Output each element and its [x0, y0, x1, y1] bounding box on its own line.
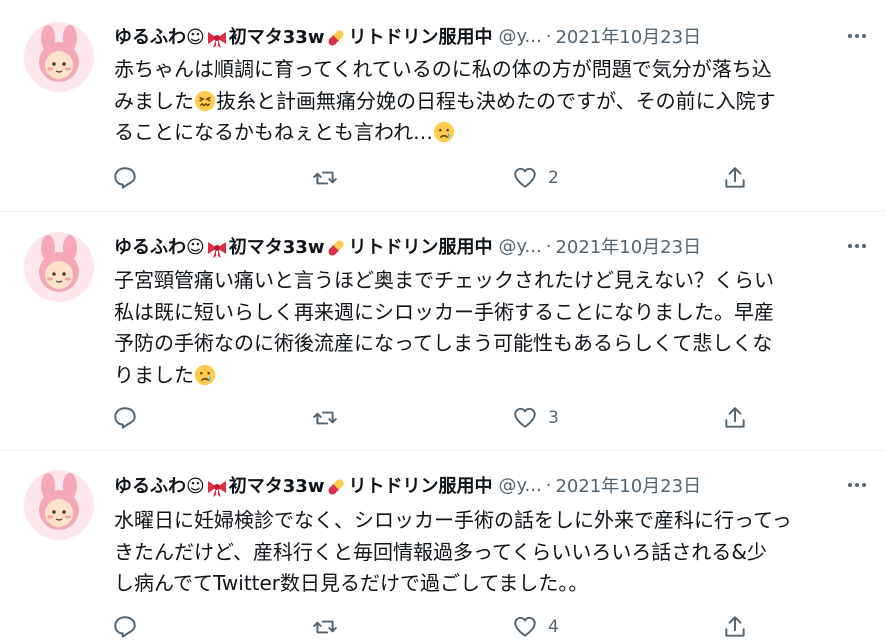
separator-dot: · [545, 474, 552, 496]
like-count: 2 [548, 168, 559, 188]
retweet-button[interactable] [312, 405, 338, 431]
reply-icon [114, 616, 136, 638]
ribbon-emoji-icon [207, 480, 226, 497]
retweet-icon [313, 171, 337, 185]
more-options-icon[interactable] [843, 471, 871, 499]
tweet-header: ゆるふわ☺ 初マタ33w リトドリン服用中 @y... · 2021年10月23日 [114, 471, 701, 499]
share-button[interactable] [722, 405, 748, 431]
avatar[interactable] [24, 22, 94, 92]
tweet-text: 子宮頸管痛い痛いと言うほど奥までチェックされたけど見えない？くらい 私は既に短い… [114, 268, 774, 387]
confounded-face-emoji-icon [194, 90, 216, 111]
display-name[interactable]: ゆるふわ☺ 初マタ33w リトドリン服用中 [114, 233, 492, 260]
separator-dot: · [545, 25, 552, 47]
tweet-3[interactable]: ゆるふわ☺ 初マタ33w リトドリン服用中 @y... · 2021年10月23日 … [0, 451, 885, 642]
user-handle[interactable]: @y... [498, 236, 541, 257]
heart-icon [514, 167, 536, 188]
retweet-button[interactable] [312, 165, 338, 191]
pill-emoji-icon [328, 29, 344, 46]
crying-face-emoji-icon [433, 121, 455, 143]
tweet-date[interactable]: 2021年10月23日 [555, 23, 701, 49]
like-button[interactable]: 4 [512, 614, 559, 640]
reply-button[interactable] [112, 405, 138, 431]
ribbon-emoji-icon [207, 241, 226, 258]
tweet-header: ゆるふわ☺ 初マタ33w リトドリン服用中 @y... · 2021年10月23日 [114, 22, 701, 50]
reply-icon [114, 407, 136, 429]
like-count: 3 [548, 408, 559, 428]
like-button[interactable]: 3 [512, 405, 559, 431]
reply-button[interactable] [112, 614, 138, 640]
more-options-icon[interactable] [843, 22, 871, 50]
share-button[interactable] [722, 614, 748, 640]
pill-emoji-icon [328, 478, 344, 495]
avatar[interactable] [24, 470, 94, 540]
tweet-2[interactable]: ゆるふわ☺ 初マタ33w リトドリン服用中 @y... · 2021年10月23日 … [0, 212, 885, 450]
crying-face-emoji-icon [194, 364, 216, 385]
pill-emoji-icon [328, 239, 344, 256]
retweet-button[interactable] [312, 614, 338, 640]
display-name[interactable]: ゆるふわ☺ 初マタ33w リトドリン服用中 [114, 23, 492, 50]
share-icon [725, 407, 745, 428]
like-count: 4 [548, 617, 559, 637]
heart-icon [514, 407, 536, 428]
tweet-date[interactable]: 2021年10月23日 [555, 233, 701, 259]
like-button[interactable]: 2 [512, 165, 559, 191]
user-handle[interactable]: @y... [498, 475, 541, 496]
retweet-icon [313, 620, 337, 634]
user-handle[interactable]: @y... [498, 26, 541, 47]
heart-icon [514, 616, 536, 637]
reply-button[interactable] [112, 165, 138, 191]
tweet-text: 水曜日に妊婦検診でなく、シロッカー手術の話をしに外来で産科に行ってっ きたんだけ… [114, 508, 792, 595]
more-options-icon[interactable] [843, 232, 871, 260]
tweet-1[interactable]: ゆるふわ☺ 初マタ33w リトドリン服用中 @y... · 2021年10月23日 … [0, 0, 885, 211]
reply-icon [114, 167, 136, 189]
avatar[interactable] [24, 232, 94, 302]
display-name[interactable]: ゆるふわ☺ 初マタ33w リトドリン服用中 [114, 472, 492, 499]
ribbon-emoji-icon [207, 31, 226, 48]
retweet-icon [313, 411, 337, 425]
separator-dot: · [545, 235, 552, 257]
share-icon [725, 616, 745, 637]
share-icon [725, 167, 745, 188]
tweet-header: ゆるふわ☺ 初マタ33w リトドリン服用中 @y... · 2021年10月23日 [114, 232, 701, 260]
share-button[interactable] [722, 165, 748, 191]
tweet-date[interactable]: 2021年10月23日 [555, 472, 701, 498]
tweet-text: 赤ちゃんは順調に育ってくれているのに私の体の方が問題で気分が落ち込 みました 抜糸… [114, 57, 776, 144]
